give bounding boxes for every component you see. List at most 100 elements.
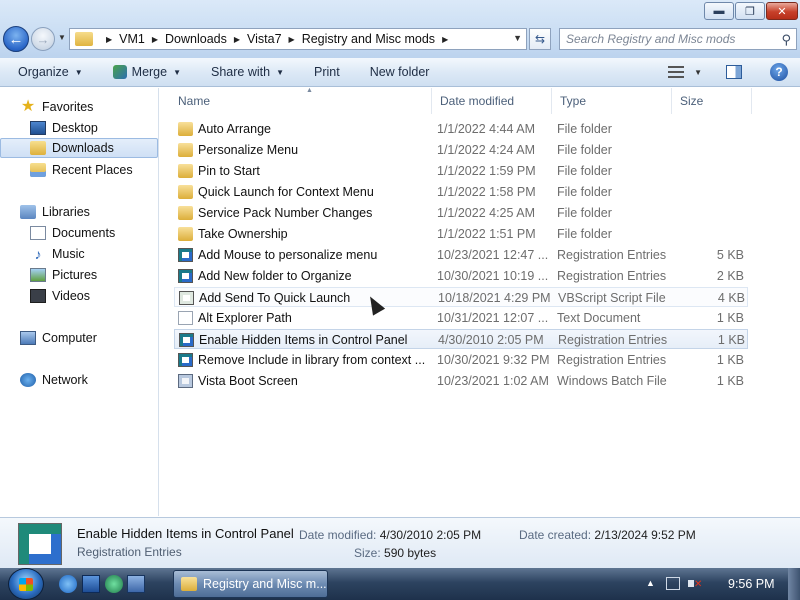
column-header-date-modified[interactable]: Date modified — [432, 88, 552, 114]
nav-documents[interactable]: Documents — [0, 223, 158, 243]
merge-icon — [112, 65, 127, 79]
column-header-size[interactable]: Size — [672, 88, 752, 114]
breadcrumb-item[interactable]: Vista7 — [247, 32, 282, 46]
details-date-modified: Date modified: 4/30/2010 2:05 PM — [299, 528, 481, 542]
show-desktop-button[interactable] — [788, 568, 800, 600]
search-box[interactable]: ⚲ — [559, 28, 797, 50]
network-status-icon[interactable] — [666, 577, 680, 590]
column-header-type[interactable]: Type — [552, 88, 672, 114]
media-player-icon[interactable] — [105, 575, 123, 593]
file-row[interactable]: Enable Hidden Items in Control Panel 4/30… — [174, 329, 748, 349]
back-button[interactable]: ← — [3, 26, 29, 52]
folder-icon — [178, 185, 193, 199]
file-row[interactable]: Remove Include in library from context .… — [174, 350, 748, 370]
file-date-modified: 4/30/2010 2:05 PM — [438, 333, 544, 347]
file-row[interactable]: Quick Launch for Context Menu 1/1/2022 1:… — [174, 182, 748, 202]
file-row[interactable]: Add New folder to Organize 10/30/2021 10:… — [174, 266, 748, 286]
volume-muted-icon[interactable] — [688, 577, 702, 590]
file-date-modified: 10/31/2021 12:07 ... — [437, 311, 549, 325]
file-row[interactable]: Take Ownership 1/1/2022 1:51 PM File folde… — [174, 224, 748, 244]
date-modified-value: 4/30/2010 2:05 PM — [379, 528, 482, 542]
file-name: Alt Explorer Path — [198, 311, 292, 325]
address-dropdown-icon[interactable]: ▼ — [513, 33, 522, 43]
column-header-name[interactable]: ▲ Name — [170, 87, 432, 114]
file-date-modified: 1/1/2022 1:59 PM — [437, 164, 536, 178]
file-size: 5 KB — [716, 248, 744, 262]
preview-pane-icon[interactable] — [726, 65, 742, 79]
nav-label: Desktop — [52, 121, 98, 135]
file-row[interactable]: Personalize Menu 1/1/2022 4:24 AM File fol… — [174, 140, 748, 160]
file-date-modified: 10/30/2021 9:32 PM — [437, 353, 550, 367]
nav-label: Computer — [42, 331, 97, 345]
file-row[interactable]: Auto Arrange 1/1/2022 4:44 AM File folder — [174, 119, 748, 139]
file-row[interactable]: Alt Explorer Path 10/31/2021 12:07 ... Tex… — [174, 308, 748, 328]
clock[interactable]: 9:56 PM — [728, 577, 775, 591]
chevron-down-icon[interactable]: ▼ — [694, 68, 702, 77]
nav-network[interactable]: Network — [0, 370, 158, 390]
forward-button[interactable]: → — [31, 27, 55, 51]
file-row[interactable]: Vista Boot Screen 10/23/2021 1:02 AM Windo… — [174, 371, 748, 391]
maximize-button[interactable]: ❐ — [735, 2, 765, 20]
breadcrumb-item[interactable]: VM1 — [119, 32, 145, 46]
file-date-modified: 1/1/2022 4:25 AM — [437, 206, 535, 220]
file-size: 1 KB — [716, 353, 744, 367]
nav-videos[interactable]: Videos — [0, 286, 158, 306]
file-type: Registration Entries — [557, 248, 667, 262]
file-name: Remove Include in library from context .… — [198, 353, 426, 367]
chevron-right-icon[interactable]: ▶ — [234, 35, 240, 44]
chevron-down-icon: ▼ — [74, 67, 83, 77]
nav-recent-places[interactable]: Recent Places — [0, 160, 158, 180]
search-icon[interactable]: ⚲ — [781, 32, 791, 48]
nav-downloads[interactable]: Downloads — [0, 138, 158, 158]
file-row[interactable]: Add Mouse to personalize menu 10/23/2021 … — [174, 245, 748, 265]
chevron-right-icon[interactable]: ▶ — [106, 35, 112, 44]
breadcrumb-item[interactable]: Registry and Misc mods — [302, 32, 435, 46]
taskbar-button-explorer[interactable]: Registry and Misc m... — [173, 570, 328, 598]
folder-icon — [178, 206, 193, 220]
chevron-right-icon[interactable]: ▶ — [442, 35, 448, 44]
organize-button[interactable]: Organize ▼ — [18, 65, 83, 79]
close-button[interactable]: ✕ — [766, 2, 798, 20]
minimize-button[interactable]: ▬ — [704, 2, 734, 20]
network-icon — [20, 373, 36, 387]
change-view-icon[interactable] — [668, 66, 685, 78]
help-icon[interactable]: ? — [770, 63, 788, 81]
internet-explorer-icon[interactable] — [59, 575, 77, 593]
registry-file-icon — [178, 269, 193, 283]
chevron-down-icon: ▼ — [276, 67, 284, 77]
recent-pages-dropdown[interactable]: ▼ — [58, 33, 66, 42]
new-folder-button[interactable]: New folder — [370, 65, 430, 79]
refresh-button[interactable]: ⇆ — [529, 28, 551, 50]
forward-arrow-icon: → — [36, 31, 50, 47]
address-bar[interactable]: ▶ VM1 ▶ Downloads ▶ Vista7 ▶ Registry an… — [69, 28, 527, 50]
show-desktop-icon[interactable] — [82, 575, 100, 593]
file-name: Auto Arrange — [198, 122, 271, 136]
navigation-pane: ★ Favorites Desktop Downloads Recent Pla… — [0, 88, 159, 516]
file-date-modified: 10/18/2021 4:29 PM — [438, 291, 551, 305]
nav-favorites[interactable]: ★ Favorites — [0, 97, 158, 117]
nav-desktop[interactable]: Desktop — [0, 118, 158, 138]
start-button[interactable] — [8, 568, 44, 600]
file-row[interactable]: Pin to Start 1/1/2022 1:59 PM File folder — [174, 161, 748, 181]
merge-button[interactable]: Merge ▼ — [112, 65, 181, 79]
nav-computer[interactable]: Computer — [0, 328, 158, 348]
search-input[interactable] — [566, 32, 766, 46]
file-row[interactable]: Add Send To Quick Launch 10/18/2021 4:29 … — [174, 287, 748, 307]
chevron-right-icon[interactable]: ▶ — [289, 35, 295, 44]
print-button[interactable]: Print — [314, 65, 340, 79]
share-with-button[interactable]: Share with ▼ — [211, 65, 284, 79]
file-type: Registration Entries — [558, 333, 668, 347]
switch-windows-icon[interactable] — [127, 575, 145, 593]
file-row[interactable]: Service Pack Number Changes 1/1/2022 4:25… — [174, 203, 748, 223]
windows-logo-icon — [19, 578, 33, 591]
nav-label: Libraries — [42, 205, 90, 219]
nav-pictures[interactable]: Pictures — [0, 265, 158, 285]
chevron-right-icon[interactable]: ▶ — [152, 35, 158, 44]
folder-icon — [178, 122, 193, 136]
breadcrumb: ▶ VM1 ▶ Downloads ▶ Vista7 ▶ Registry an… — [99, 32, 455, 46]
breadcrumb-item[interactable]: Downloads — [165, 32, 227, 46]
nav-libraries[interactable]: Libraries — [0, 202, 158, 222]
nav-music[interactable]: ♪ Music — [0, 244, 158, 264]
file-name: Service Pack Number Changes — [198, 206, 373, 220]
show-hidden-icons-icon[interactable]: ▲ — [646, 578, 655, 588]
